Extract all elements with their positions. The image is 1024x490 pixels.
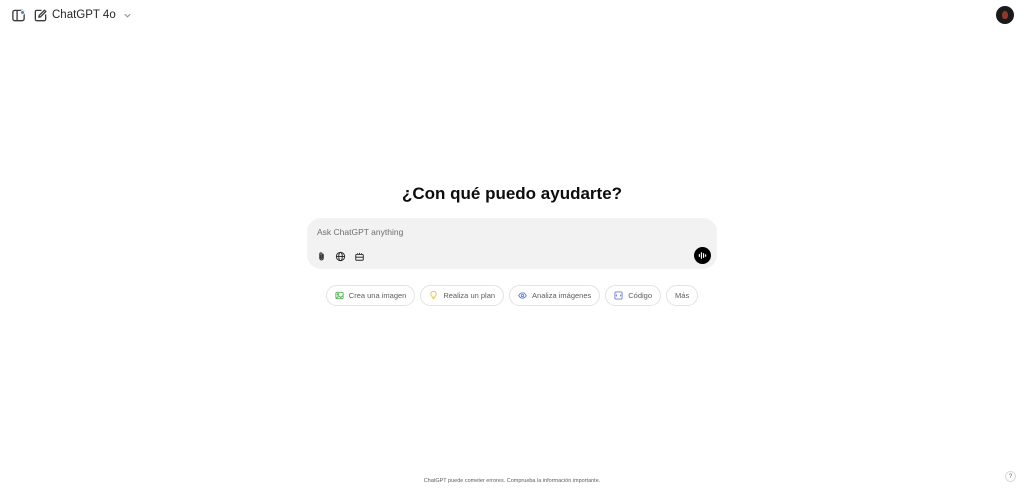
toolbox-icon — [354, 252, 364, 261]
search-web-button[interactable] — [332, 248, 348, 264]
help-button[interactable]: ? — [1005, 471, 1016, 482]
model-name: ChatGPT 4o — [52, 9, 116, 21]
code-icon — [614, 291, 623, 300]
paperclip-icon — [318, 251, 324, 260]
composer — [307, 218, 717, 269]
attach-button[interactable] — [313, 248, 329, 264]
notification-dot — [20, 10, 25, 15]
model-selector[interactable]: ChatGPT 4o — [52, 6, 132, 24]
avatar[interactable] — [996, 6, 1014, 24]
image-icon — [335, 291, 344, 300]
suggestion-code[interactable]: Código — [605, 285, 662, 306]
suggestion-label: Más — [675, 291, 690, 300]
eye-icon — [518, 292, 527, 299]
tools-button[interactable] — [351, 248, 367, 264]
sidebar-toggle-button[interactable] — [8, 5, 28, 25]
suggestion-label: Analiza imágenes — [532, 291, 592, 300]
voice-mode-button[interactable] — [694, 247, 711, 264]
edit-icon — [34, 9, 46, 21]
message-input[interactable] — [317, 224, 687, 240]
lightbulb-icon — [430, 291, 437, 300]
page-title: ¿Con qué puedo ayudarte? — [401, 184, 623, 203]
voice-wave-icon — [698, 252, 707, 259]
suggestion-more[interactable]: Más — [666, 285, 699, 306]
disclaimer: ChatGPT puede cometer errores. Comprueba… — [423, 478, 601, 484]
avatar-image — [1002, 11, 1008, 19]
suggestion-analyze-images[interactable]: Analiza imágenes — [509, 285, 601, 306]
new-chat-button[interactable] — [30, 5, 50, 25]
globe-icon — [335, 251, 345, 261]
chevron-down-icon — [124, 13, 131, 18]
suggestion-make-plan[interactable]: Realiza un plan — [420, 285, 505, 306]
suggestion-create-image[interactable]: Crea una imagen — [325, 285, 416, 306]
suggestion-label: Realiza un plan — [443, 291, 496, 300]
suggestion-label: Código — [628, 291, 653, 300]
top-bar: ChatGPT 4o — [0, 0, 1024, 30]
suggestion-label: Crea una imagen — [348, 291, 407, 300]
suggestion-chips: Crea una imagen Realiza un plan Analiza … — [0, 285, 1024, 306]
